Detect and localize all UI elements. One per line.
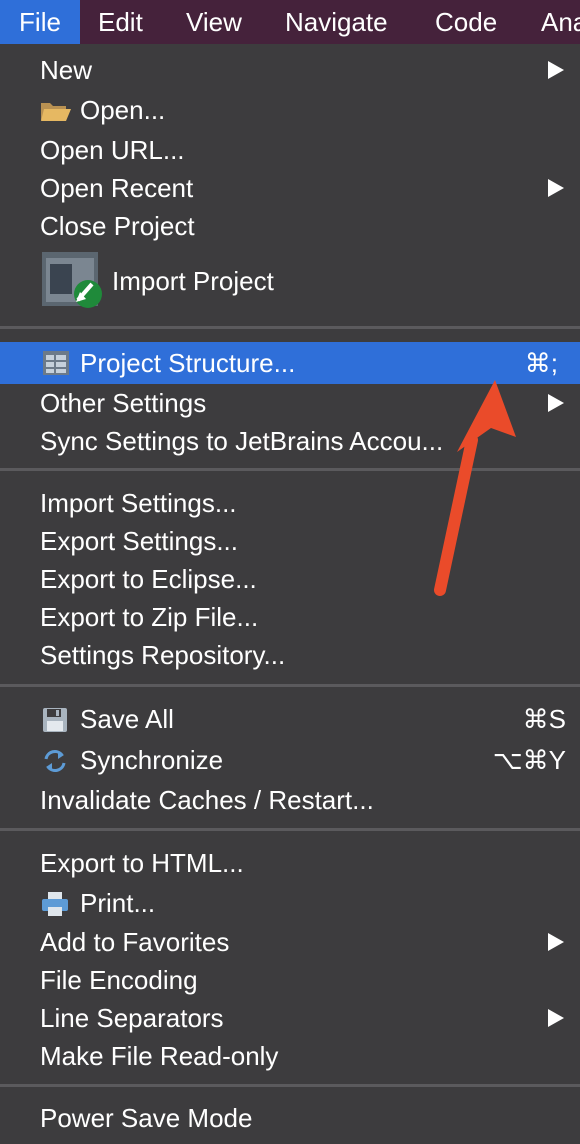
menu-item-import-settings[interactable]: Import Settings... — [0, 484, 580, 522]
print-icon — [42, 892, 68, 916]
menu-separator — [0, 828, 580, 831]
menu-separator — [0, 326, 580, 329]
menu-item-save-all[interactable]: Save All ⌘S — [0, 700, 580, 738]
submenu-arrow-icon — [548, 394, 564, 412]
menu-item-label: Settings Repository... — [40, 640, 286, 670]
menu-item-label: Export to HTML... — [40, 848, 244, 878]
menu-item-settings-repository[interactable]: Settings Repository... — [0, 636, 580, 674]
menu-item-power-save-mode[interactable]: Power Save Mode — [0, 1099, 580, 1137]
submenu-arrow-icon — [548, 1009, 564, 1027]
sync-icon — [44, 750, 66, 772]
menu-item-export-html[interactable]: Export to HTML... — [0, 844, 580, 882]
submenu-arrow-icon — [548, 179, 564, 197]
submenu-arrow-icon — [548, 61, 564, 79]
menu-item-label: Import Project — [112, 266, 274, 296]
menu-item-label: Open Recent — [40, 173, 194, 203]
menubar: File Edit View Navigate Code Ana — [0, 0, 580, 44]
menubar-navigate[interactable]: Navigate — [285, 0, 388, 44]
menu-item-file-encoding[interactable]: File Encoding — [0, 961, 580, 999]
menu-item-open-recent[interactable]: Open Recent — [0, 169, 580, 207]
menubar-view[interactable]: View — [186, 0, 242, 44]
menubar-analyze[interactable]: Ana — [541, 0, 580, 44]
menu-item-label: New — [40, 55, 93, 85]
menu-item-read-only[interactable]: Make File Read-only — [0, 1037, 580, 1075]
menu-item-label: Sync Settings to JetBrains Accou... — [40, 426, 444, 456]
menu-item-export-zip[interactable]: Export to Zip File... — [0, 598, 580, 636]
menu-item-label: Synchronize — [80, 745, 224, 775]
menu-separator — [0, 684, 580, 687]
menubar-edit[interactable]: Edit — [98, 0, 143, 44]
menu-item-open[interactable]: Open... — [0, 91, 580, 129]
menu-item-label: Export to Zip File... — [40, 602, 259, 632]
menu-item-invalidate-caches[interactable]: Invalidate Caches / Restart... — [0, 781, 580, 819]
menu-item-label: Other Settings — [40, 388, 207, 418]
submenu-arrow-icon — [548, 933, 564, 951]
menu-separator — [0, 1084, 580, 1087]
folder-icon — [41, 103, 71, 121]
menu-item-export-settings[interactable]: Export Settings... — [0, 522, 580, 560]
menu-item-export-eclipse[interactable]: Export to Eclipse... — [0, 560, 580, 598]
shortcut-label: ⌘S — [522, 704, 566, 734]
menu-item-close-project[interactable]: Close Project — [0, 207, 580, 245]
menu-item-label: Add to Favorites — [40, 927, 230, 957]
menu-item-label: Line Separators — [40, 1003, 224, 1033]
menu-separator — [0, 468, 580, 471]
menu-item-new[interactable]: New — [0, 51, 580, 89]
menu-item-label: Close Project — [40, 211, 195, 241]
menu-item-label: Export to Eclipse... — [40, 564, 257, 594]
menu-item-label: File Encoding — [40, 965, 198, 995]
project-structure-icon — [43, 351, 69, 375]
menu-item-open-url[interactable]: Open URL... — [0, 131, 580, 169]
shortcut-label: ⌥⌘Y — [492, 745, 566, 775]
menu-item-label: Open... — [80, 95, 166, 125]
menu-item-other-settings[interactable]: Other Settings — [0, 384, 580, 422]
menu-item-label: Project Structure... — [80, 348, 296, 378]
menu-item-add-favorites[interactable]: Add to Favorites — [0, 923, 580, 961]
shortcut-label: ⌘; — [524, 348, 558, 378]
menu-item-label: Power Save Mode — [40, 1103, 253, 1133]
menu-item-label: Print... — [80, 888, 156, 918]
menu-item-project-structure[interactable]: Project Structure... ⌘; — [0, 342, 580, 384]
menubar-code[interactable]: Code — [435, 0, 497, 44]
save-icon — [43, 708, 67, 732]
menu-item-label: Invalidate Caches / Restart... — [40, 785, 374, 815]
menubar-file[interactable]: File — [0, 0, 80, 44]
menu-item-label: Make File Read-only — [40, 1041, 279, 1071]
menu-item-import-project[interactable]: Import Project — [0, 248, 580, 314]
menu-item-label: Import Settings... — [40, 488, 237, 518]
menu-item-synchronize[interactable]: Synchronize ⌥⌘Y — [0, 741, 580, 779]
menu-item-label: Save All — [80, 704, 174, 734]
import-project-icon — [42, 252, 102, 308]
menu-item-line-separators[interactable]: Line Separators — [0, 999, 580, 1037]
menu-item-label: Open URL... — [40, 135, 185, 165]
menu-item-label: Export Settings... — [40, 526, 238, 556]
menu-item-sync-settings[interactable]: Sync Settings to JetBrains Accou... — [0, 422, 580, 460]
menu-item-print[interactable]: Print... — [0, 884, 580, 922]
